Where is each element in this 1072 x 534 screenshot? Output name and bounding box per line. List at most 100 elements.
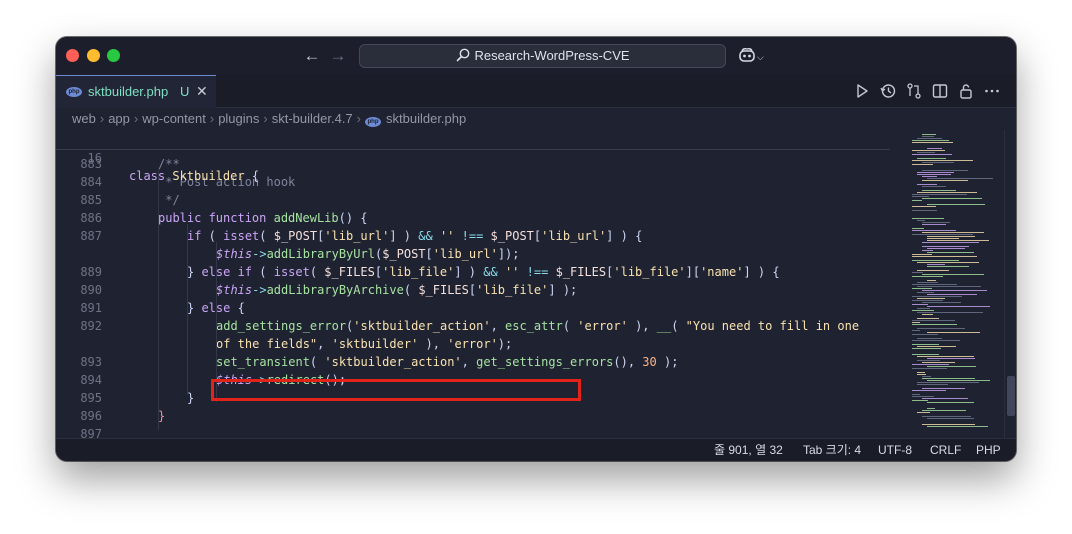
code-token: ,: [490, 319, 506, 333]
minimap-line: [912, 154, 952, 155]
minimap-line: [917, 292, 934, 293]
copilot-menu[interactable]: ⌵: [738, 46, 772, 66]
minimap-line: [917, 220, 925, 221]
code-token: 'sktbuilder_action': [324, 355, 462, 369]
split-editor-icon[interactable]: [930, 81, 950, 101]
code-token: ),: [627, 319, 657, 333]
line-number: 897: [80, 427, 102, 438]
code-token: class: [129, 169, 173, 183]
minimap-line: [922, 198, 982, 199]
code-line[interactable]: 886 public function addNewLib() {: [56, 209, 896, 227]
breadcrumb-item[interactable]: wp-content: [142, 111, 206, 126]
minimap-line: [912, 150, 945, 151]
minimap-line: [917, 172, 954, 173]
breadcrumb-item[interactable]: skt-builder.4.7: [272, 111, 353, 126]
tab-sktbuilder-php[interactable]: php sktbuilder.php U ✕: [56, 75, 216, 108]
sticky-scroll-header[interactable]: 16 class Sktbuilder {: [56, 130, 890, 183]
code-line[interactable]: 890 $this->addLibraryByArchive( $_FILES['…: [56, 281, 896, 299]
vertical-scrollbar[interactable]: [1004, 130, 1016, 438]
code-token: );: [656, 355, 679, 369]
code-line[interactable]: 896}: [56, 407, 896, 425]
run-icon[interactable]: [852, 81, 872, 101]
tab-untracked-status: U: [180, 84, 190, 99]
minimap-line: [912, 260, 959, 261]
command-center-search[interactable]: Research-WordPress-CVE: [359, 44, 726, 68]
encoding[interactable]: UTF-8: [878, 439, 912, 461]
minimap-line: [917, 174, 951, 175]
scroll-thumb[interactable]: [1007, 376, 1015, 416]
code-text: }: [187, 389, 194, 407]
code-text: $this->addLibraryByUrl($_POST['lib_url']…: [216, 245, 520, 263]
code-line[interactable]: of the fields", 'sktbuilder' ), 'error')…: [56, 335, 896, 353]
minimap-line: [922, 410, 966, 411]
chevron-right-icon: ›: [209, 111, 215, 126]
code-line[interactable]: 885 */: [56, 191, 896, 209]
code-text: of the fields", 'sktbuilder' ), 'error')…: [216, 335, 512, 353]
forward-arrow-icon[interactable]: →: [328, 45, 348, 67]
code-token: }: [187, 391, 195, 405]
minimap-line: [917, 152, 935, 153]
code-editor[interactable]: 16 class Sktbuilder { 882883/**884 * Pos…: [56, 130, 1016, 438]
minimap-line: [912, 254, 932, 255]
code-text: $this->addLibraryByArchive( $_FILES['lib…: [216, 281, 577, 299]
compare-changes-icon[interactable]: [904, 81, 924, 101]
code-token: (: [259, 229, 274, 243]
minimap-line: [922, 246, 969, 247]
minimap-line: [927, 426, 988, 427]
breadcrumb-item[interactable]: app: [108, 111, 130, 126]
minimap-line: [922, 222, 950, 223]
chevron-right-icon: ›: [263, 111, 268, 126]
minimap-line: [912, 394, 920, 395]
code-line[interactable]: 887 if ( isset( $_POST['lib_url'] ) && ''…: [56, 227, 896, 245]
minimap-line: [922, 134, 936, 135]
code-line[interactable]: $this->addLibraryByUrl($_POST['lib_url']…: [56, 245, 896, 263]
minimap-line: [922, 250, 933, 251]
code-token: [: [425, 247, 433, 261]
code-token: !==: [526, 265, 549, 279]
code-line[interactable]: 891} else {: [56, 299, 896, 317]
breadcrumb-item[interactable]: sktbuilder.php: [386, 111, 466, 126]
more-actions-icon[interactable]: [982, 81, 1002, 101]
minimap-line: [922, 424, 975, 425]
back-arrow-icon[interactable]: ←: [302, 45, 322, 67]
code-token: isset: [273, 265, 310, 279]
zoom-window-button[interactable]: [107, 49, 120, 62]
minimap[interactable]: [898, 130, 1004, 438]
breadcrumb-item[interactable]: web: [72, 111, 96, 126]
code-token: {: [230, 301, 245, 315]
minimap-line: [922, 170, 968, 171]
cursor-position[interactable]: 줄 901, 열 32: [714, 439, 783, 461]
unlock-icon[interactable]: [956, 81, 976, 101]
code-token: $_FILES: [324, 265, 375, 279]
timeline-history-icon[interactable]: [878, 81, 898, 101]
code-token: set_transient: [216, 355, 310, 369]
minimap-line: [922, 224, 946, 225]
end-of-line[interactable]: CRLF: [930, 439, 961, 461]
code-line[interactable]: 892 add_settings_error ('sktbuilder_action…: [56, 317, 896, 335]
minimap-line: [912, 320, 955, 321]
minimap-line: [912, 284, 957, 285]
minimap-line: [912, 230, 956, 231]
code-token: 'lib_url': [324, 229, 390, 243]
code-token: ] ) {: [606, 229, 643, 243]
code-line[interactable]: 897: [56, 425, 896, 438]
code-token: 30: [642, 355, 657, 369]
minimap-line: [917, 338, 942, 339]
line-number: 896: [80, 409, 102, 423]
code-token: (: [562, 319, 578, 333]
close-icon[interactable]: ✕: [196, 83, 208, 100]
code-line[interactable]: 893 set_transient( 'sktbuilder_action', g…: [56, 353, 896, 371]
code-line[interactable]: 889} else if ( isset( $_FILES['lib_file'…: [56, 263, 896, 281]
copilot-icon: [739, 48, 755, 62]
minimize-window-button[interactable]: [87, 49, 100, 62]
breadcrumb-item[interactable]: plugins: [218, 111, 259, 126]
close-window-button[interactable]: [66, 49, 79, 62]
minimap-line: [922, 398, 968, 399]
minimap-line: [912, 348, 941, 349]
code-token: 'lib_file': [613, 265, 686, 279]
tab-size[interactable]: Tab 크기: 4: [803, 439, 861, 461]
language-mode[interactable]: PHP: [976, 439, 1001, 461]
code-token: get_settings_errors: [476, 355, 614, 369]
